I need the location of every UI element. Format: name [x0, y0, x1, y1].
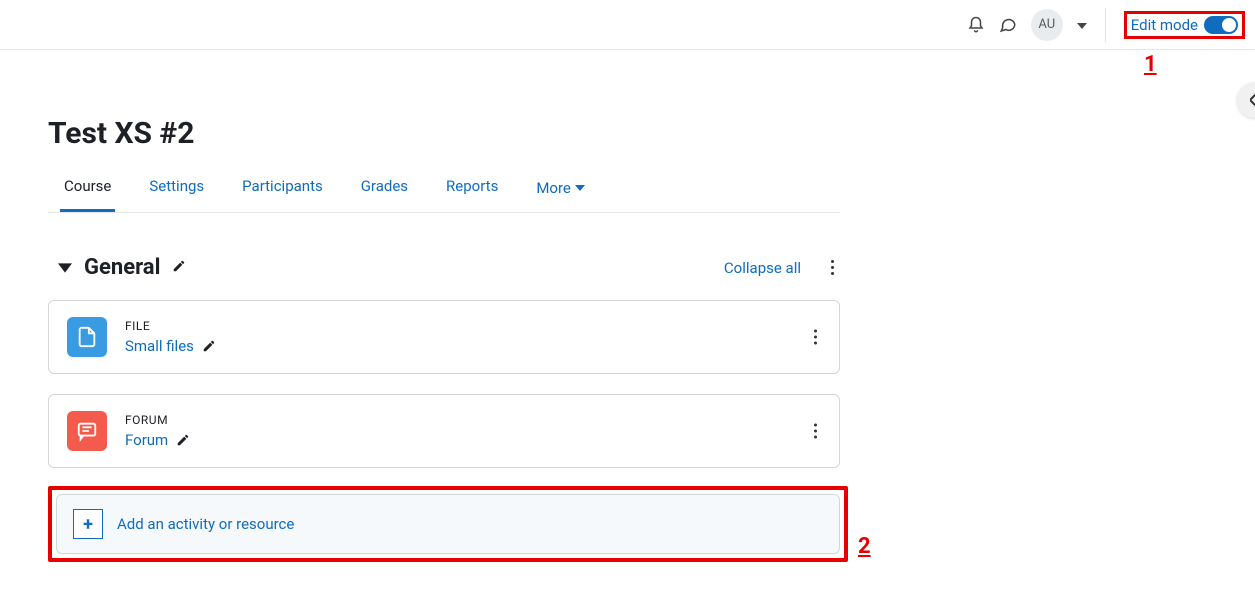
file-icon — [67, 317, 107, 357]
edit-mode-label: Edit mode — [1131, 16, 1198, 34]
main-content: Test XS #2 Course Settings Participants … — [0, 50, 880, 562]
edit-section-icon[interactable] — [172, 259, 186, 277]
toggle-knob — [1222, 18, 1236, 32]
activity-card-forum[interactable]: FORUM Forum — [48, 394, 840, 468]
add-activity-button[interactable]: + Add an activity or resource — [56, 494, 840, 554]
activity-type-label: FILE — [125, 319, 216, 333]
activity-menu-icon[interactable] — [814, 424, 817, 439]
section-toggle-icon[interactable] — [58, 259, 72, 277]
section-title: General — [84, 255, 160, 280]
tab-participants[interactable]: Participants — [238, 177, 327, 212]
user-avatar[interactable]: AU — [1031, 9, 1063, 41]
message-icon[interactable] — [999, 16, 1017, 34]
annotation-2: 2 — [858, 534, 871, 559]
top-bar: AU Edit mode — [0, 0, 1255, 50]
edit-mode-control[interactable]: Edit mode — [1124, 11, 1245, 39]
tab-reports[interactable]: Reports — [442, 177, 502, 212]
page-title: Test XS #2 — [48, 116, 840, 151]
annotation-1: 1 — [1144, 52, 1157, 77]
activity-type-label: FORUM — [125, 413, 190, 427]
add-activity-label: Add an activity or resource — [117, 515, 294, 533]
drawer-toggle[interactable] — [1237, 82, 1255, 118]
activity-name-link[interactable]: Forum — [125, 431, 190, 449]
collapse-all-link[interactable]: Collapse all — [724, 259, 801, 277]
activity-name-link[interactable]: Small files — [125, 337, 216, 355]
divider — [1105, 8, 1106, 42]
add-activity-highlight: + Add an activity or resource — [48, 486, 848, 562]
tab-course[interactable]: Course — [60, 177, 115, 212]
edit-activity-icon[interactable] — [176, 433, 190, 447]
activity-info: FILE Small files — [125, 319, 216, 355]
user-menu-caret[interactable] — [1077, 18, 1087, 32]
forum-icon — [67, 411, 107, 451]
tab-settings[interactable]: Settings — [145, 177, 208, 212]
edit-activity-icon[interactable] — [202, 339, 216, 353]
section-header: General Collapse all — [48, 255, 840, 280]
course-tabs: Course Settings Participants Grades Repo… — [48, 177, 840, 213]
activity-info: FORUM Forum — [125, 413, 190, 449]
plus-icon: + — [73, 509, 103, 539]
tab-more[interactable]: More — [532, 177, 589, 212]
activity-menu-icon[interactable] — [814, 330, 817, 345]
section-menu-icon[interactable] — [831, 260, 834, 275]
bell-icon[interactable] — [967, 16, 985, 34]
tab-grades[interactable]: Grades — [357, 177, 412, 212]
tab-more-label: More — [536, 179, 571, 197]
edit-mode-toggle[interactable] — [1204, 16, 1238, 34]
activity-card-file[interactable]: FILE Small files — [48, 300, 840, 374]
